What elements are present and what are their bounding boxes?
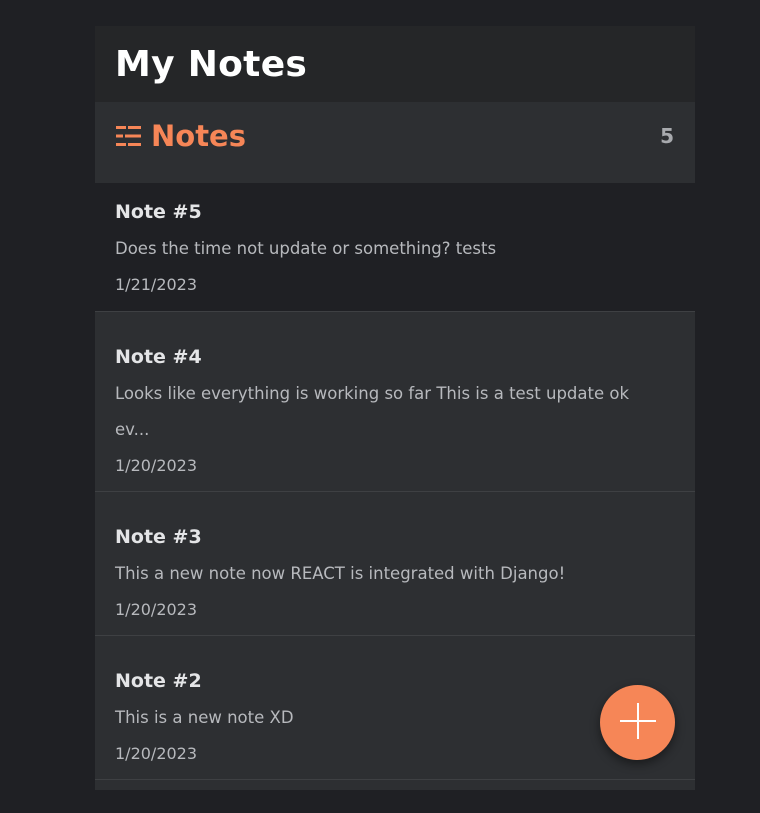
note-list-item[interactable]: Note #4 Looks like everything is working… — [95, 312, 695, 492]
note-date: 1/20/2023 — [115, 744, 198, 763]
note-list-item[interactable]: Note #5 Does the time not update or some… — [95, 183, 695, 312]
note-preview: This a new note now REACT is integrated … — [115, 564, 566, 583]
notes-title-group: Notes — [116, 119, 246, 153]
note-title: Note #3 — [115, 526, 202, 548]
note-title: Note #4 — [115, 346, 202, 368]
note-date: 1/20/2023 — [115, 456, 198, 475]
notes-section-title: Notes — [151, 118, 246, 153]
notes-header: Notes 5 — [95, 102, 695, 183]
note-date: 1/20/2023 — [115, 600, 198, 619]
note-list-item[interactable]: Note #3 This a new note now REACT is int… — [95, 492, 695, 636]
list-icon — [116, 125, 141, 147]
app-header: My Notes — [95, 26, 695, 102]
notes-list: Note #5 Does the time not update or some… — [95, 183, 695, 780]
note-preview: This is a new note XD — [115, 708, 294, 727]
note-title: Note #2 — [115, 670, 202, 692]
note-preview: Does the time not update or something? t… — [115, 239, 497, 258]
app-title: My Notes — [115, 43, 308, 85]
note-title: Note #5 — [115, 201, 202, 223]
plus-icon — [618, 701, 658, 744]
note-date: 1/21/2023 — [115, 275, 198, 294]
notes-count: 5 — [660, 123, 674, 148]
notes-app: My Notes Notes 5 Note #5 Does the time n… — [95, 26, 695, 790]
add-note-button[interactable] — [600, 685, 675, 760]
note-preview: Looks like everything is working so far … — [115, 384, 630, 439]
